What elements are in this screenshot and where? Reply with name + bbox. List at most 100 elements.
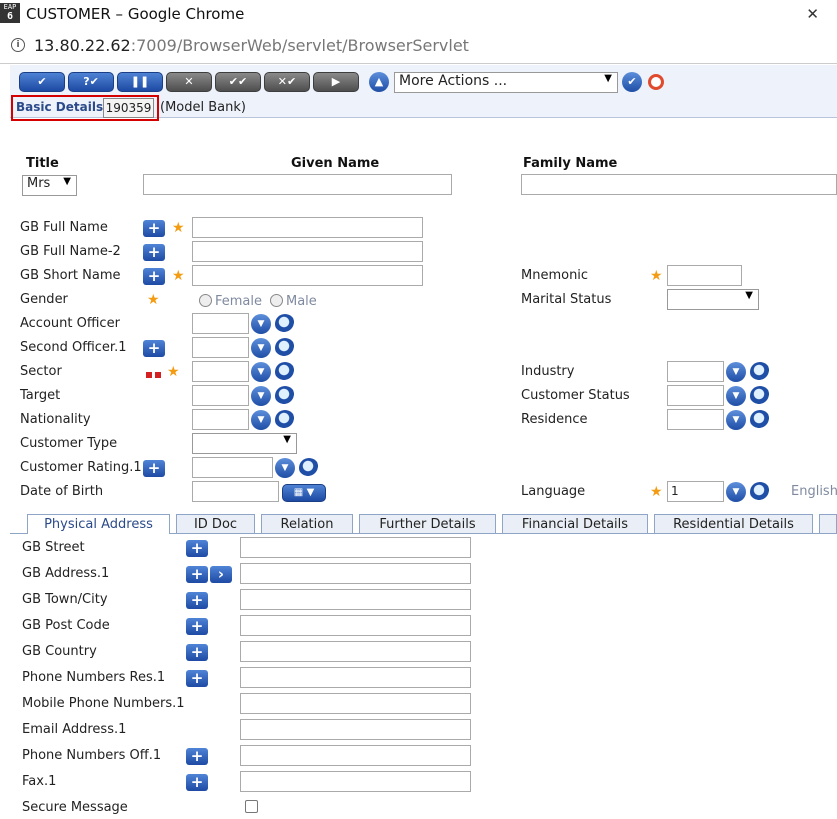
search-icon[interactable]: [275, 314, 295, 334]
mnemonic-label: Mnemonic: [521, 268, 589, 283]
delete-button[interactable]: ✕: [166, 72, 212, 92]
expand-plus-icon[interactable]: +: [186, 618, 208, 635]
male-radio[interactable]: [270, 294, 283, 307]
title-select[interactable]: Mrs ▼: [22, 175, 77, 196]
search-icon[interactable]: [275, 338, 295, 358]
commit-button[interactable]: ✔: [19, 72, 65, 92]
fax-input[interactable]: [240, 771, 471, 792]
dropdown-icon[interactable]: ▼: [726, 362, 746, 382]
expand-right-icon[interactable]: ›: [210, 566, 232, 583]
given-name-input[interactable]: [143, 174, 452, 195]
indicator-icon: [146, 372, 152, 378]
nationality-input[interactable]: [192, 409, 249, 430]
expand-plus-icon[interactable]: +: [186, 644, 208, 661]
expand-plus-icon[interactable]: +: [186, 592, 208, 609]
address-bar[interactable]: i 13.80.22.62:7009/BrowserWeb/servlet/Br…: [0, 28, 837, 64]
mobile-phone-input[interactable]: [240, 693, 471, 714]
marital-status-select[interactable]: ▼: [667, 289, 759, 310]
gb-full-name-2-input[interactable]: [192, 241, 423, 262]
expand-plus-icon[interactable]: +: [186, 774, 208, 791]
phone-res-input[interactable]: [240, 667, 471, 688]
female-radio[interactable]: [199, 294, 212, 307]
hold-button[interactable]: ❚❚: [117, 72, 163, 92]
expand-plus-icon[interactable]: +: [143, 460, 165, 477]
dropdown-icon[interactable]: ▼: [726, 410, 746, 430]
gb-address-input[interactable]: [240, 563, 471, 584]
search-icon[interactable]: [299, 458, 319, 478]
dropdown-icon[interactable]: ▼: [275, 458, 295, 478]
tab-more[interactable]: [819, 514, 837, 534]
customer-rating-input[interactable]: [192, 457, 273, 478]
search-icon[interactable]: [275, 386, 295, 406]
target-input[interactable]: [192, 385, 249, 406]
search-icon[interactable]: [750, 362, 770, 382]
search-icon[interactable]: [750, 386, 770, 406]
search-icon[interactable]: [750, 482, 770, 502]
tab-further-details[interactable]: Further Details: [359, 514, 496, 534]
expand-plus-icon[interactable]: +: [186, 566, 208, 583]
expand-plus-icon[interactable]: +: [143, 340, 165, 357]
search-icon[interactable]: [275, 410, 295, 430]
gb-town-city-input[interactable]: [240, 589, 471, 610]
gb-short-name-input[interactable]: [192, 265, 423, 286]
tab-residential-details[interactable]: Residential Details: [654, 514, 813, 534]
mnemonic-input[interactable]: [667, 265, 742, 286]
industry-input[interactable]: [667, 361, 724, 382]
expand-plus-icon[interactable]: +: [186, 748, 208, 765]
tab-financial-details[interactable]: Financial Details: [502, 514, 648, 534]
marital-status-label: Marital Status: [521, 292, 612, 307]
tab-id-doc[interactable]: ID Doc: [176, 514, 255, 534]
dropdown-icon[interactable]: ▼: [726, 482, 746, 502]
dropdown-icon[interactable]: ▼: [251, 338, 271, 358]
go-icon[interactable]: ✔: [622, 72, 642, 92]
second-officer-label: Second Officer.1: [20, 340, 127, 355]
second-officer-input[interactable]: [192, 337, 249, 358]
gb-full-name-input[interactable]: [192, 217, 423, 238]
sector-input[interactable]: [192, 361, 249, 382]
search-icon[interactable]: [275, 362, 295, 382]
tab-relation[interactable]: Relation: [261, 514, 353, 534]
language-input[interactable]: 1: [667, 481, 724, 502]
expand-plus-icon[interactable]: +: [143, 268, 165, 285]
nationality-label: Nationality: [20, 412, 91, 427]
dropdown-icon[interactable]: ▼: [251, 386, 271, 406]
required-star-icon: ★: [147, 292, 160, 308]
info-icon[interactable]: i: [11, 38, 25, 52]
dropdown-icon[interactable]: ▼: [251, 362, 271, 382]
close-icon[interactable]: ✕: [806, 5, 819, 23]
secure-message-checkbox[interactable]: [245, 800, 258, 813]
search-icon[interactable]: [750, 410, 770, 430]
required-star-icon: ★: [650, 484, 663, 500]
dropdown-icon[interactable]: ▼: [251, 314, 271, 334]
customer-status-input[interactable]: [667, 385, 724, 406]
family-name-input[interactable]: [521, 174, 837, 195]
validate-button[interactable]: ?✔: [68, 72, 114, 92]
residence-input[interactable]: [667, 409, 724, 430]
expand-plus-icon[interactable]: +: [143, 244, 165, 261]
expand-plus-icon[interactable]: +: [186, 670, 208, 687]
more-actions-select[interactable]: More Actions ... ▼: [394, 72, 618, 93]
next-button[interactable]: ▶: [313, 72, 359, 92]
customer-type-select[interactable]: ▼: [192, 433, 297, 454]
account-officer-input[interactable]: [192, 313, 249, 334]
expand-plus-icon[interactable]: +: [186, 540, 208, 557]
dropdown-icon[interactable]: ▼: [726, 386, 746, 406]
phone-off-input[interactable]: [240, 745, 471, 766]
window-titlebar: EAP 6 CUSTOMER – Google Chrome ✕: [0, 0, 837, 28]
reverse-button[interactable]: ✕✔: [264, 72, 310, 92]
date-of-birth-input[interactable]: [192, 481, 279, 502]
expand-plus-icon[interactable]: +: [143, 220, 165, 237]
gb-post-code-input[interactable]: [240, 615, 471, 636]
dropdown-icon[interactable]: ▼: [251, 410, 271, 430]
calendar-icon[interactable]: ▦ ▼: [282, 484, 326, 502]
gb-street-input[interactable]: [240, 537, 471, 558]
gb-country-label: GB Country: [22, 644, 97, 659]
back-icon[interactable]: ▲: [369, 72, 389, 92]
basic-details-tab[interactable]: Basic Details: [16, 100, 103, 114]
gb-country-input[interactable]: [240, 641, 471, 662]
help-icon[interactable]: [648, 74, 664, 90]
url-text[interactable]: 13.80.22.62:7009/BrowserWeb/servlet/Brow…: [34, 36, 469, 55]
email-address-input[interactable]: [240, 719, 471, 740]
authorise-button[interactable]: ✔✔: [215, 72, 261, 92]
tab-physical-address[interactable]: Physical Address: [27, 514, 170, 534]
